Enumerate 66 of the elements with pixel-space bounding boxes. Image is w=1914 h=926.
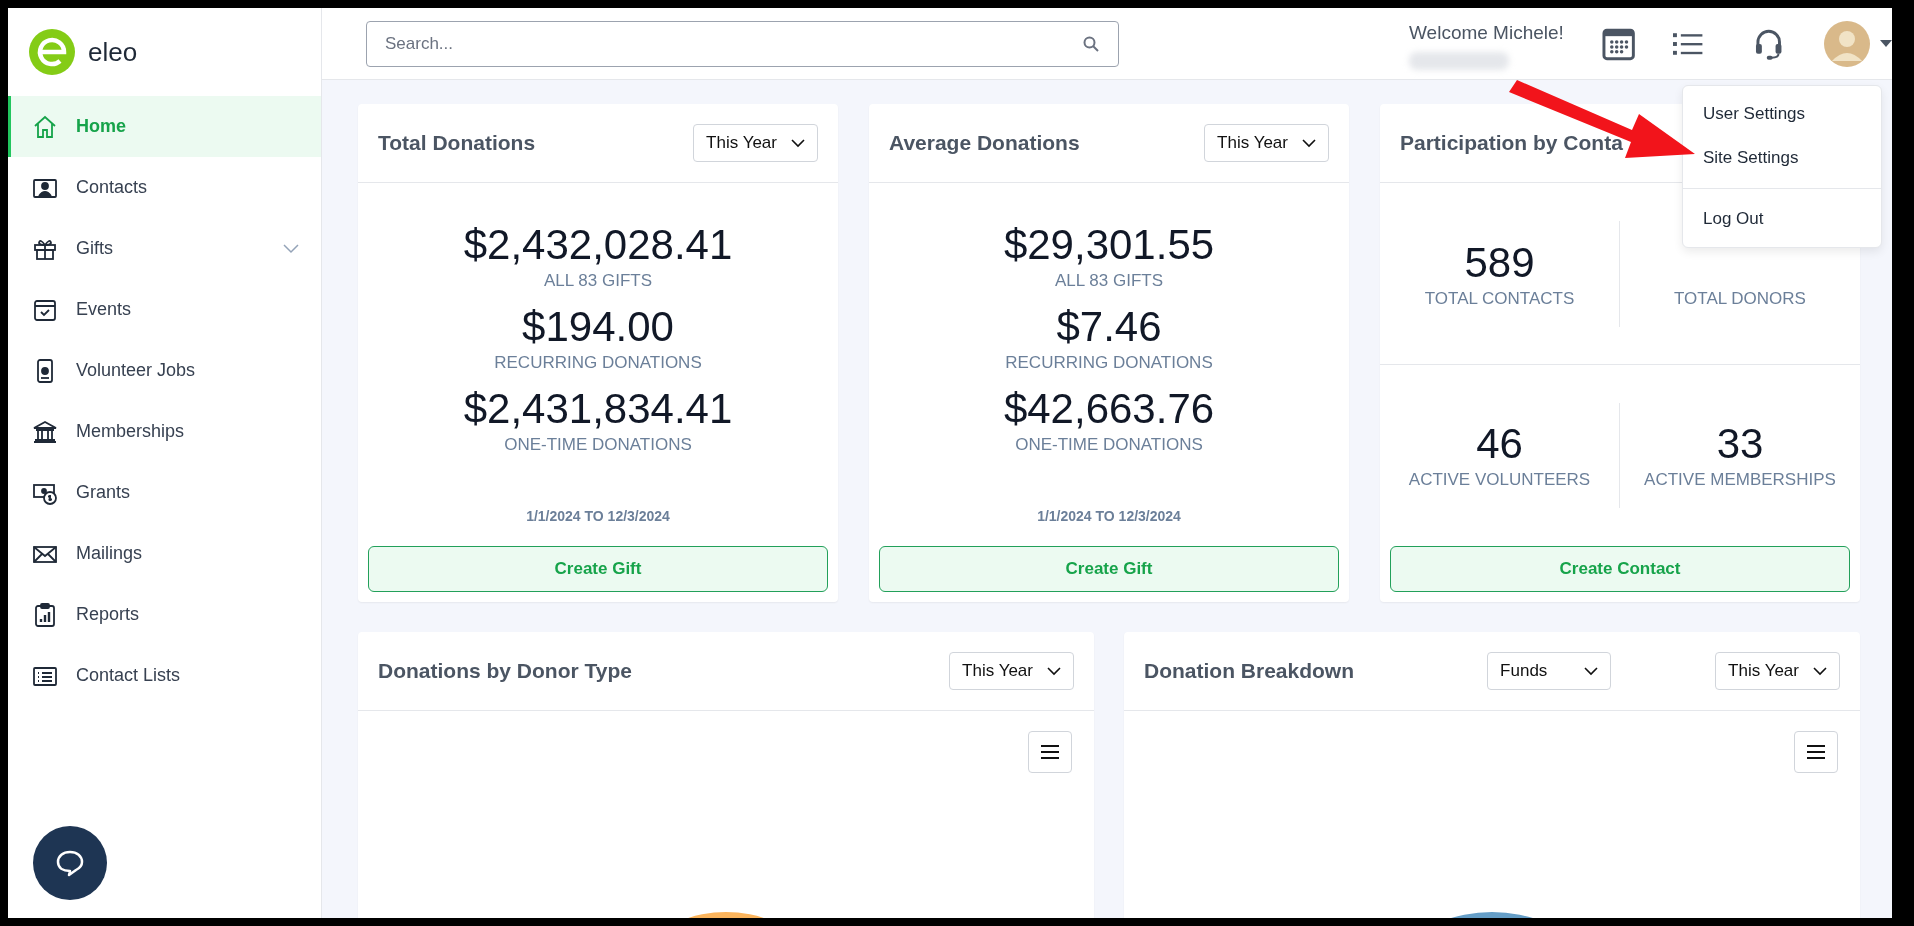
- sidebar-item[interactable]: Grants: [8, 462, 321, 523]
- amount-label: ONE-TIME DONATIONS: [1015, 435, 1203, 455]
- stat-label: ACTIVE MEMBERSHIPS: [1644, 470, 1836, 491]
- caret-icon[interactable]: [1880, 39, 1892, 48]
- amount-value: $7.46: [1056, 303, 1162, 351]
- menu-item[interactable]: Site Settings: [1683, 136, 1881, 180]
- brand-name: eleo: [88, 36, 138, 68]
- amount-value: $2,432,028.41: [463, 221, 733, 269]
- chart-menu-button[interactable]: [1028, 731, 1072, 773]
- amount-value: $2,431,834.41: [463, 385, 733, 433]
- stat-label: ACTIVE VOLUNTEERS: [1408, 470, 1591, 491]
- stat-label: TOTAL CONTACTS: [1424, 288, 1575, 309]
- amount-label: ALL 83 GIFTS: [1055, 271, 1163, 291]
- chevron-down-icon: [1047, 666, 1061, 676]
- filter-dropdown[interactable]: This Year: [949, 652, 1074, 690]
- card-title: Total Donations: [378, 131, 536, 155]
- period-dropdown[interactable]: This Year: [1204, 124, 1329, 162]
- card-title: Donation Breakdown: [1144, 659, 1354, 683]
- amount-label: RECURRING DONATIONS: [1005, 353, 1213, 373]
- calendar-icon[interactable]: [1601, 26, 1636, 61]
- amount-label: ALL 83 GIFTS: [544, 271, 652, 291]
- welcome-text: Welcome Michele!: [1409, 22, 1564, 44]
- amount-label: ONE-TIME DONATIONS: [504, 435, 692, 455]
- amount-label: RECURRING DONATIONS: [494, 353, 702, 373]
- date-range: 1/1/2024 TO 12/3/2024: [526, 508, 670, 524]
- date-range: 1/1/2024 TO 12/3/2024: [1037, 508, 1181, 524]
- menu-icon: [1040, 744, 1060, 760]
- card-title: Participation by Conta: [1400, 131, 1623, 155]
- chevron-down-icon: [283, 243, 299, 254]
- period-dropdown[interactable]: This Year: [693, 124, 818, 162]
- sidebar-item[interactable]: Gifts: [8, 218, 321, 279]
- stat-value: 46: [1476, 420, 1523, 469]
- card-title: Donations by Donor Type: [378, 659, 632, 683]
- menu-item[interactable]: User Settings: [1683, 92, 1881, 136]
- stat-value: 33: [1716, 420, 1764, 469]
- stat-value: 589: [1464, 238, 1535, 287]
- chevron-down-icon: [791, 138, 805, 148]
- chevron-down-icon: [1813, 666, 1827, 676]
- chat-bubble-icon: [55, 848, 85, 878]
- chevron-down-icon: [1302, 138, 1316, 148]
- log-out-item[interactable]: Log Out: [1683, 197, 1881, 241]
- sidebar-item[interactable]: Contact Lists: [8, 645, 321, 706]
- sidebar-item[interactable]: Mailings: [8, 523, 321, 584]
- stat-label: TOTAL DONORS: [1674, 288, 1806, 309]
- search-icon: [1083, 35, 1099, 52]
- filter-dropdown[interactable]: This Year: [1715, 652, 1840, 690]
- building-icon: [32, 418, 58, 445]
- chevron-down-icon: [1584, 666, 1599, 676]
- search-field[interactable]: Search...: [366, 20, 1119, 67]
- logo-icon: [28, 28, 76, 76]
- list-icon[interactable]: [1673, 31, 1703, 56]
- menu-icon: [1806, 744, 1826, 760]
- sidebar-item[interactable]: Contacts: [8, 157, 321, 218]
- amount-value: $42,663.76: [1003, 385, 1215, 433]
- home-icon: [32, 113, 58, 140]
- sidebar-item[interactable]: Volunteer Jobs: [8, 340, 321, 401]
- filter-dropdown[interactable]: Funds: [1487, 652, 1612, 690]
- amount-value: $194.00: [522, 303, 674, 351]
- amount-value: $29,301.55: [1003, 221, 1215, 269]
- chart-menu-button[interactable]: [1794, 731, 1838, 773]
- sidebar-item[interactable]: Memberships: [8, 401, 321, 462]
- clipboard-chart-icon: [32, 601, 58, 628]
- sidebar-item[interactable]: Reports: [8, 584, 321, 645]
- headset-icon[interactable]: [1754, 27, 1782, 60]
- card-title: Average Donations: [889, 131, 1080, 155]
- sidebar-item[interactable]: Events: [8, 279, 321, 340]
